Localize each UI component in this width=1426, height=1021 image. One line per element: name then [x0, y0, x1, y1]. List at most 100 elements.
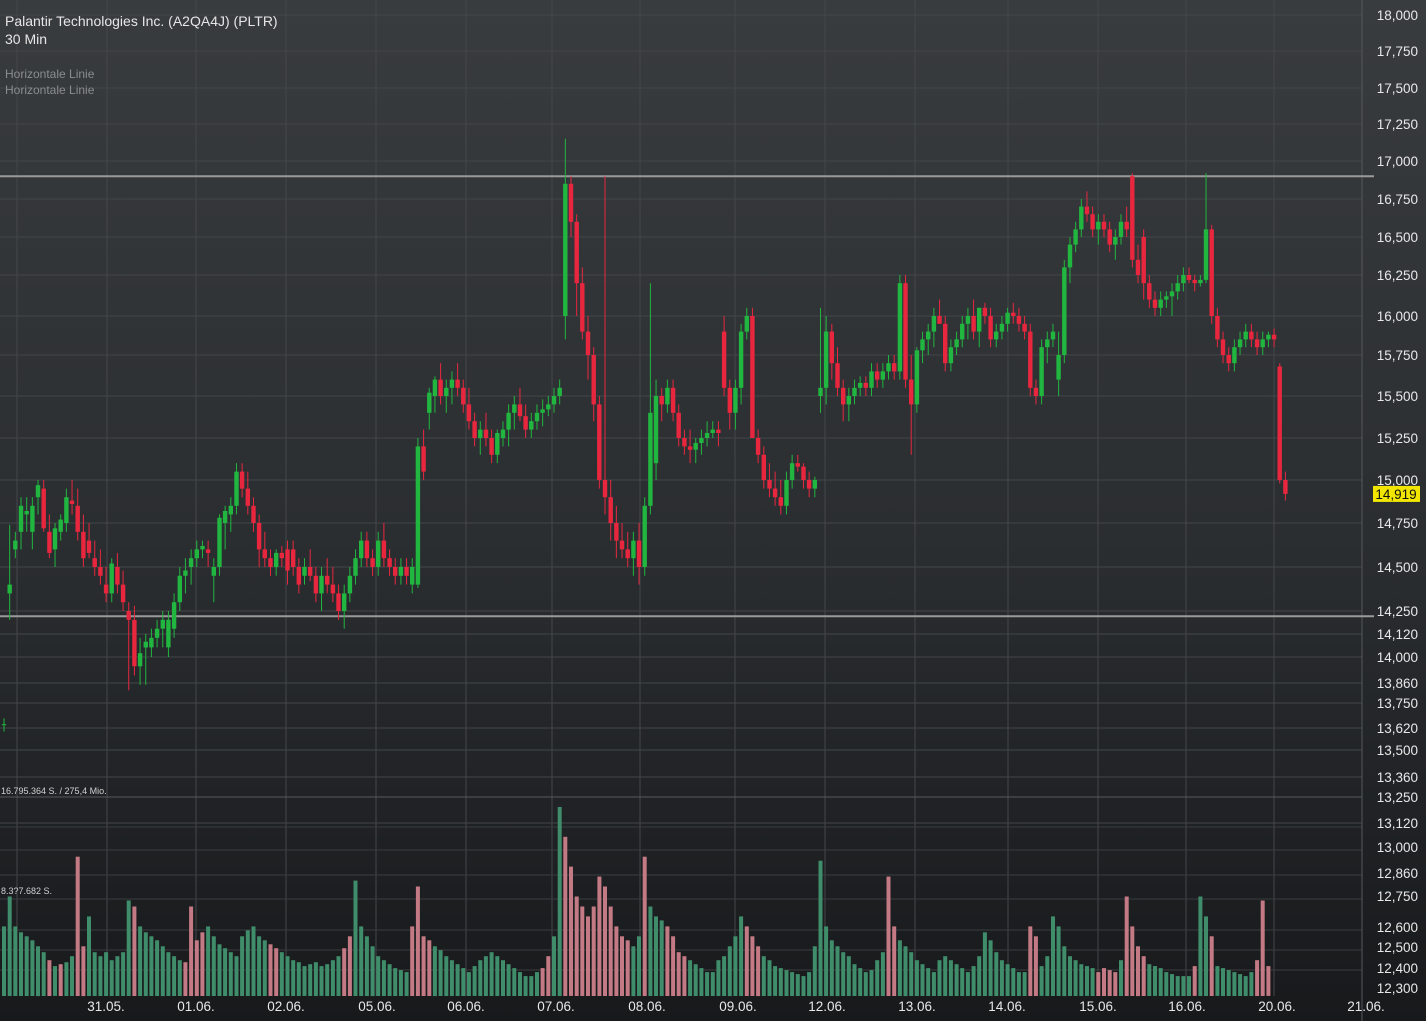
candle [1169, 283, 1175, 316]
candle-body [636, 540, 642, 567]
candle [41, 480, 46, 532]
candle [103, 567, 109, 603]
candle-body [529, 421, 534, 430]
candle-body [222, 511, 228, 523]
candle-body [1039, 347, 1044, 396]
chart-root: 18,000 17,750 17,500 17,250 17,000 16,750 16,5… [0, 0, 1426, 1021]
candle [120, 570, 126, 611]
candle [818, 307, 823, 413]
candle [154, 619, 160, 648]
candle-body [353, 558, 358, 576]
volume-bar [30, 940, 35, 996]
candle-body [557, 387, 562, 396]
candle [483, 412, 489, 447]
candle [784, 471, 789, 515]
x-date-label: 09.06. [719, 999, 757, 1014]
volume-mid-label: 8.3?7.682 S. [1, 886, 53, 896]
volume-bar [563, 836, 568, 996]
volume-bar [1045, 956, 1050, 996]
candle [1107, 221, 1112, 253]
candle [461, 379, 466, 413]
candle-body [1249, 331, 1254, 340]
volume-bar [659, 920, 664, 996]
candle [7, 524, 12, 620]
candle [693, 438, 698, 464]
candle [1050, 323, 1056, 348]
y-tick-label: 15,500 [1377, 389, 1418, 404]
candle-body [427, 392, 432, 413]
candle [1266, 331, 1271, 348]
volume-bar [1187, 976, 1191, 996]
candle-body [886, 363, 891, 372]
volume-bar [784, 970, 789, 996]
candle-body [1198, 279, 1203, 284]
indicator-label-2[interactable]: Horizontale Linie [5, 83, 94, 97]
candle-body [228, 505, 233, 515]
candle-body [1209, 229, 1214, 316]
volume-bar [1266, 966, 1271, 996]
volume-bar [1022, 972, 1027, 996]
candle-body [154, 628, 160, 638]
candle [789, 454, 795, 489]
candle-body [540, 409, 545, 413]
candle-body [676, 412, 681, 438]
candle [188, 549, 194, 585]
volume-bar [58, 964, 63, 996]
candle [619, 523, 625, 559]
candle-body [625, 549, 630, 559]
volume-bar [7, 896, 12, 996]
candle-body [682, 438, 687, 447]
candle [353, 549, 358, 585]
candle-body [444, 387, 449, 396]
volume-bar [234, 956, 239, 996]
candle [1232, 339, 1237, 372]
candle-body [177, 575, 182, 603]
candle-body [903, 283, 908, 380]
candle [319, 567, 324, 611]
candle [1209, 224, 1214, 324]
candle [653, 379, 659, 480]
candle [274, 549, 279, 576]
candle-body [784, 480, 789, 506]
candle-body [1141, 237, 1146, 284]
candle-body [897, 283, 903, 372]
volume-bar [625, 940, 630, 996]
candle [427, 387, 432, 430]
volume-bar [1124, 896, 1129, 996]
indicator-label-1[interactable]: Horizontale Linie [5, 67, 94, 81]
y-tick-label: 12,300 [1377, 981, 1418, 996]
candle [772, 471, 778, 506]
volume-bar [438, 950, 443, 996]
candle-body [523, 416, 528, 430]
candle [806, 471, 812, 498]
candle-body [1175, 283, 1180, 292]
volume-bar [512, 968, 517, 996]
candle [841, 379, 846, 422]
y-tick-label: 16,250 [1377, 268, 1418, 283]
candle-body [761, 454, 766, 480]
candle [1141, 229, 1146, 300]
candle-body [143, 641, 148, 648]
x-axis-labels: 31.05. 01.06. 02.06. 05.06. 06.06. 07.06. 08.0… [87, 999, 1385, 1014]
candle [166, 611, 171, 657]
volume-bar [1204, 916, 1208, 996]
volume-bar [149, 936, 154, 996]
candle [296, 558, 301, 594]
candle-body [1028, 331, 1033, 388]
volume-bar [761, 956, 766, 996]
candle-body [880, 371, 885, 380]
candle-body [18, 505, 24, 532]
candle [1198, 275, 1203, 287]
candle-body [398, 567, 404, 576]
volume-bar [880, 952, 885, 996]
candle-body [744, 316, 749, 332]
candle-body [183, 570, 188, 576]
candle [750, 307, 755, 438]
volume-bar [1192, 966, 1197, 996]
volume-bar [920, 964, 925, 996]
volume-bar [733, 936, 738, 996]
candle-body [415, 446, 421, 585]
candle-body [149, 637, 154, 648]
candle [591, 347, 596, 422]
volume-bar [376, 956, 381, 996]
